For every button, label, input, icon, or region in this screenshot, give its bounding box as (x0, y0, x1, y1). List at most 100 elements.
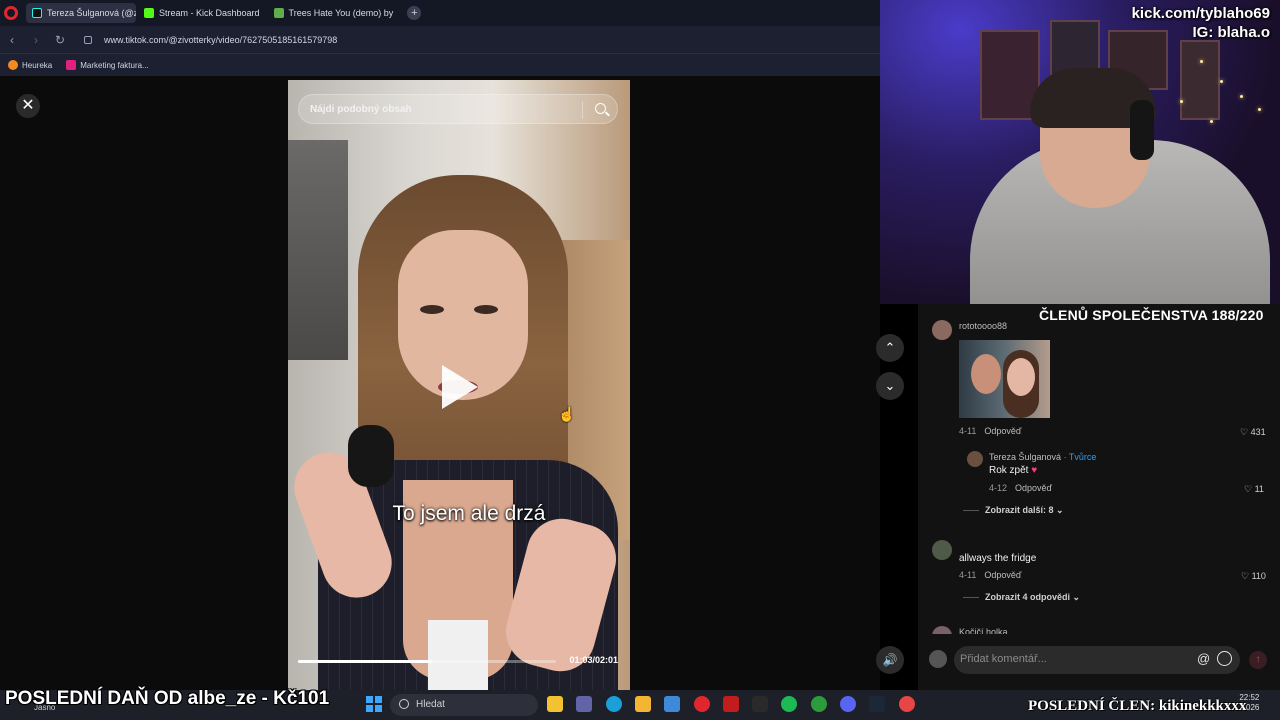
webcam-overlay: kick.com/tyblaho69 IG: blaha.o (880, 0, 1280, 304)
fairy-light (1200, 60, 1203, 63)
avatar[interactable] (932, 540, 952, 560)
xbox-icon[interactable] (810, 696, 827, 712)
comment-date: 4-11 (959, 570, 977, 580)
next-video-icon[interactable]: ⌄ (876, 372, 904, 400)
screen: Tereza Šulganová (@zivot Stream - Kick D… (0, 0, 1280, 720)
volume-icon[interactable]: 🔊 (876, 646, 904, 674)
like-count-value: 11 (1254, 484, 1264, 494)
video-progress-bar[interactable] (298, 660, 556, 663)
bookmark-heureka[interactable]: Heureka (8, 60, 52, 70)
reply-button[interactable]: Odpověď (984, 426, 1021, 436)
app-red-icon[interactable] (722, 696, 739, 712)
instagram-handle: IG: blaha.o (1192, 24, 1270, 41)
wall-poster (1180, 40, 1220, 120)
like-count-value: 110 (1251, 571, 1266, 581)
video-time: 01:03/02:01 (569, 655, 618, 665)
avatar[interactable] (932, 320, 952, 340)
last-member-overlay: POSLEDNÍ ČLEN: kikinekkkxxx (1028, 698, 1247, 714)
discord-icon[interactable] (840, 696, 856, 712)
search-icon (399, 699, 409, 709)
file-explorer-icon[interactable] (547, 696, 563, 712)
creator-badge: · Tvůrce (1063, 452, 1097, 462)
fairy-light (1180, 100, 1183, 103)
comment-input-placeholder: Přidat komentář... (960, 653, 1047, 665)
comment-meta: 4-11 Odpověď (959, 426, 1021, 436)
fairy-light (1258, 108, 1261, 111)
show-more-replies[interactable]: Zobrazit 4 odpovědi ⌄ (963, 592, 1080, 603)
play-icon[interactable] (442, 365, 478, 409)
kick-icon (144, 8, 154, 18)
microphone (348, 425, 394, 487)
browser-tab-bar: Tereza Šulganová (@zivot Stream - Kick D… (0, 0, 880, 26)
heureka-icon (8, 60, 18, 70)
steam-icon[interactable] (869, 696, 886, 712)
tab-label: Trees Hate You (demo) by (288, 8, 394, 18)
previous-video-icon[interactable]: ⌃ (876, 334, 904, 362)
show-more-label: Zobrazit další: 8 (985, 505, 1054, 515)
video-person-top (428, 620, 488, 690)
windows-start-icon[interactable] (366, 696, 382, 712)
epic-games-icon[interactable] (752, 696, 769, 712)
bookmark-marketing-faktura[interactable]: Marketing faktura... (66, 60, 149, 70)
mention-icon[interactable]: @ (1197, 651, 1210, 666)
store-icon[interactable] (664, 696, 681, 712)
taskbar-search-label: Hledat (416, 699, 445, 710)
like-count[interactable]: ♡ 110 (1241, 571, 1266, 582)
opera-logo-icon[interactable] (4, 6, 18, 20)
last-donation-overlay: POSLEDNÍ DAŇ OD albe_ze - Kč101 (5, 688, 330, 709)
tab-tiktok[interactable]: Tereza Šulganová (@zivot (26, 3, 136, 23)
reload-icon[interactable]: ↻ (54, 33, 66, 47)
video-progress-fill (298, 660, 433, 663)
fairy-light (1220, 80, 1223, 83)
back-icon[interactable]: ‹ (6, 33, 18, 47)
kick-url: kick.com/tyblaho69 (1131, 5, 1270, 22)
tab-label: Stream - Kick Dashboard (159, 8, 260, 18)
bookmark-label: Marketing faktura... (80, 60, 149, 70)
reply-text-value: Rok zpět (989, 465, 1029, 476)
send-icon[interactable]: ↑ (1249, 651, 1267, 669)
taskbar-search[interactable] (390, 694, 538, 716)
video-search-bar[interactable]: Nájdi podobný obsah (298, 94, 618, 124)
url-field[interactable]: www.tiktok.com/@zivotterky/video/7627505… (104, 35, 337, 45)
faktura-icon (66, 60, 77, 70)
forward-icon[interactable]: › (30, 33, 42, 47)
close-icon[interactable]: ✕ (16, 94, 40, 118)
reply-button[interactable]: Odpověď (984, 570, 1021, 580)
edge-icon[interactable] (605, 696, 622, 712)
comment-username[interactable]: rototoooo88 (959, 321, 1007, 331)
comment-date: 4-11 (959, 426, 977, 436)
search-divider (582, 101, 583, 119)
reply-username[interactable]: Tereza Šulganová · Tvůrce (989, 452, 1096, 462)
bookmark-label: Heureka (22, 60, 53, 70)
reply-text: Rok zpět ♥ (989, 465, 1037, 476)
comment-image[interactable] (959, 340, 1050, 418)
search-icon[interactable] (595, 103, 606, 114)
reply-button[interactable]: Odpověď (1015, 483, 1052, 493)
tiktok-icon (32, 8, 42, 18)
app-gear-icon[interactable] (898, 696, 915, 712)
avatar (929, 650, 947, 668)
tab-kick-dashboard[interactable]: Stream - Kick Dashboard (138, 3, 266, 23)
emoji-icon[interactable] (1217, 651, 1232, 666)
video-player[interactable]: Nájdi podobný obsah To jsem ale drzá ☝ 0… (288, 80, 630, 690)
show-more-replies[interactable]: Zobrazit další: 8 ⌄ (963, 505, 1064, 516)
tab-trees-hate-you[interactable]: Trees Hate You (demo) by (268, 3, 400, 23)
headset (1130, 100, 1154, 160)
new-tab-button[interactable]: + (407, 6, 422, 20)
opera-icon[interactable] (693, 696, 710, 712)
mouse-cursor-icon: ☝ (558, 406, 576, 422)
lock-icon (84, 35, 92, 44)
photo-face (971, 354, 1001, 394)
streamer-socials: kick.com/tyblaho69 IG: blaha.o (1132, 4, 1270, 42)
folder-icon[interactable] (634, 696, 651, 712)
like-count[interactable]: ♡ 11 (1244, 484, 1264, 495)
reply-meta: 4-12 Odpověď (989, 483, 1052, 493)
fairy-light (1240, 95, 1243, 98)
like-count[interactable]: ♡ 431 (1240, 427, 1266, 438)
show-more-label: Zobrazit 4 odpovědi (985, 592, 1071, 602)
address-bar: ‹ › ↻ www.tiktok.com/@zivotterky/video/7… (0, 26, 880, 54)
avatar[interactable] (967, 451, 983, 467)
heart-icon: ♥ (1031, 465, 1038, 476)
fairy-light (1210, 120, 1213, 123)
teams-icon[interactable] (576, 696, 593, 712)
